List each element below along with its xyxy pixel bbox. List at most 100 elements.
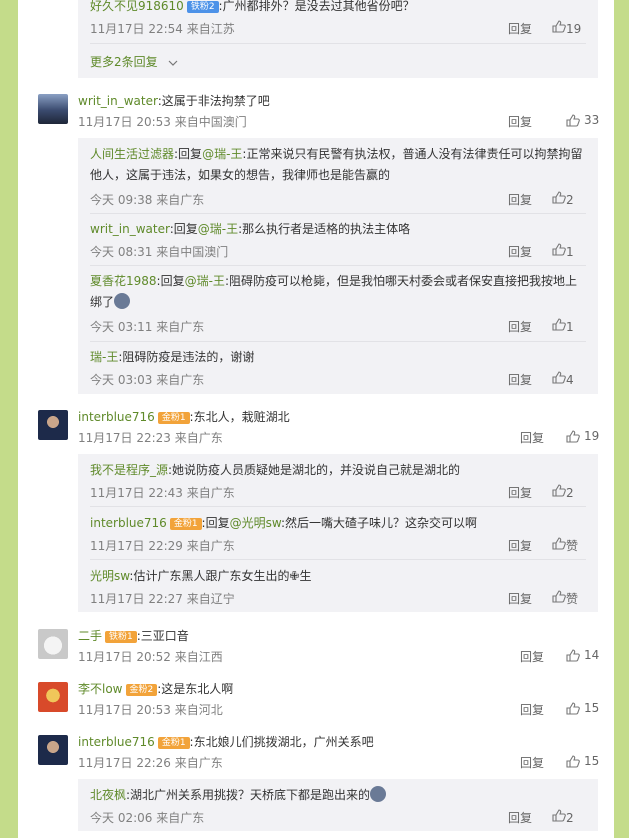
comment-meta: 11月17日 20:53 来自河北: [78, 701, 223, 718]
reply-button[interactable]: 回复: [508, 318, 532, 335]
reply-group: 北夜枫:湖北广州关系用挑拨？天桥底下都是跑出来的 今天 02:06 来自广东 回…: [78, 779, 598, 831]
like-count: 2: [566, 811, 574, 825]
mention-link[interactable]: @瑞-王: [202, 147, 242, 161]
reply-location: 来自广东: [156, 320, 205, 334]
reply-button[interactable]: 回复: [520, 648, 544, 665]
reply-button[interactable]: 回复: [508, 809, 532, 826]
thumbs-up-icon: [552, 243, 566, 256]
comment-username[interactable]: 二手: [78, 629, 102, 643]
reply-time: 11月17日 22:54: [90, 22, 183, 36]
avatar[interactable]: [38, 94, 68, 124]
comment-username[interactable]: interblue716: [78, 735, 155, 749]
reply-username[interactable]: 人间生活过滤器: [90, 147, 174, 161]
like-button[interactable]: 1: [552, 243, 574, 259]
comment-time: 11月17日 22:23: [78, 431, 171, 445]
like-button[interactable]: 4: [552, 371, 574, 387]
like-button[interactable]: 19: [552, 20, 581, 36]
comment-location: 来自广东: [174, 431, 223, 445]
reply-meta: 今天 03:11 来自广东: [90, 318, 204, 335]
reply-button[interactable]: 回复: [508, 484, 532, 501]
reply-username[interactable]: 北夜枫: [90, 788, 126, 802]
thumbs-up-icon: [552, 191, 566, 204]
reply-meta: 11月17日 22:43 来自广东: [90, 484, 235, 501]
comment-header: writ_in_water:这属于非法拘禁了吧: [78, 92, 270, 109]
thumbs-up-icon: [566, 114, 580, 127]
like-button[interactable]: 赞: [552, 537, 578, 554]
comment-header: interblue716 金粉1:东北人，栽赃湖北: [78, 408, 290, 425]
comment-username[interactable]: 李不low: [78, 682, 123, 696]
comment-time: 11月17日 20:53: [78, 703, 171, 717]
thumbs-up-icon: [552, 537, 566, 550]
reply-location: 来自中国澳门: [156, 245, 229, 259]
like-count: 19: [566, 22, 582, 36]
reply-text: 人间生活过滤器:回复@瑞-王:正常来说只有民警有执法权，普通人没有法律责任可以拘…: [90, 144, 586, 186]
mention-link[interactable]: @光明sw: [230, 516, 281, 530]
comment-panel: 好久不见918610 铁粉2:广州都排外？是没去过其他省份吧？ 11月17日 22…: [18, 0, 614, 838]
reply-button[interactable]: 回复: [508, 20, 532, 37]
like-button[interactable]: 赞: [552, 590, 578, 607]
comment-username[interactable]: writ_in_water: [78, 94, 158, 108]
reply-button[interactable]: 回复: [508, 537, 532, 554]
like-button[interactable]: 15: [566, 701, 599, 715]
reply-meta: 11月17日 22:27 来自辽宁: [90, 590, 235, 607]
reply-button[interactable]: 回复: [508, 113, 532, 130]
thumbs-up-icon: [552, 590, 566, 603]
reply-button[interactable]: 回复: [508, 243, 532, 260]
reply-button[interactable]: 回复: [520, 701, 544, 718]
thumbs-up-icon: [552, 20, 566, 33]
reply-username[interactable]: interblue716: [90, 516, 167, 530]
like-button[interactable]: 2: [552, 809, 574, 825]
thumbs-up-icon: [552, 371, 566, 384]
emoji-icon: [370, 786, 387, 802]
reply-button[interactable]: 回复: [520, 429, 544, 446]
like-button[interactable]: 15: [566, 754, 599, 768]
divider: [90, 506, 586, 507]
comment-username[interactable]: interblue716: [78, 410, 155, 424]
comment-meta: 11月17日 22:26 来自广东: [78, 754, 223, 771]
comment-time: 11月17日 20:52: [78, 650, 171, 664]
comment-text: :这属于非法拘禁了吧: [157, 94, 270, 108]
reply-location: 来自江苏: [186, 22, 235, 36]
like-count: 1: [566, 320, 574, 334]
reply-username[interactable]: writ_in_water: [90, 222, 170, 236]
fan-badge: 铁粉1: [105, 630, 137, 643]
reply-group: 好久不见918610 铁粉2:广州都排外？是没去过其他省份吧？ 11月17日 22…: [78, 0, 598, 78]
thumbs-up-icon: [566, 649, 580, 662]
reply-username[interactable]: 光明sw: [90, 569, 129, 583]
avatar[interactable]: [38, 735, 68, 765]
reply-username[interactable]: 好久不见918610: [90, 0, 184, 13]
reply-username[interactable]: 我不是程序_源: [90, 463, 168, 477]
reply-meta: 今天 08:31 来自中国澳门: [90, 243, 228, 260]
comment-header: 李不low 金粉2:这是东北人啊: [78, 680, 233, 697]
thumbs-up-icon: [566, 702, 580, 715]
reply-button[interactable]: 回复: [508, 371, 532, 388]
like-button[interactable]: 2: [552, 191, 574, 207]
like-button[interactable]: 1: [552, 318, 574, 334]
reply-username[interactable]: 瑞-王: [90, 350, 118, 364]
avatar[interactable]: [38, 629, 68, 659]
like-button[interactable]: 33: [566, 113, 599, 127]
like-count: 2: [566, 193, 574, 207]
comment-location: 来自中国澳门: [174, 115, 247, 129]
avatar[interactable]: [38, 682, 68, 712]
like-count: 19: [584, 429, 600, 443]
reply-meta: 今天 09:38 来自广东: [90, 191, 204, 208]
reply-username[interactable]: 夏香花1988: [90, 274, 157, 288]
thumbs-up-icon: [566, 430, 580, 443]
reply-button[interactable]: 回复: [520, 754, 544, 771]
fan-badge: 铁粉2: [186, 0, 219, 13]
reply-time: 今天 03:11: [90, 320, 153, 334]
avatar[interactable]: [38, 410, 68, 440]
reply-text: writ_in_water:回复@瑞-王:那么执行者是适格的执法主体咯: [90, 219, 586, 240]
like-button[interactable]: 14: [566, 648, 599, 662]
reply-content: :湖北广州关系用挑拨？天桥底下都是跑出来的: [126, 788, 371, 802]
mention-link[interactable]: @瑞-王: [185, 274, 225, 288]
reply-button[interactable]: 回复: [508, 191, 532, 208]
like-button[interactable]: 2: [552, 484, 574, 500]
mention-link[interactable]: @瑞-王: [198, 222, 238, 236]
thumbs-up-icon: [552, 318, 566, 331]
like-button[interactable]: 19: [566, 429, 599, 443]
like-count: 赞: [566, 592, 579, 606]
reply-button[interactable]: 回复: [508, 590, 532, 607]
more-replies-link[interactable]: 更多2条回复: [90, 53, 179, 70]
